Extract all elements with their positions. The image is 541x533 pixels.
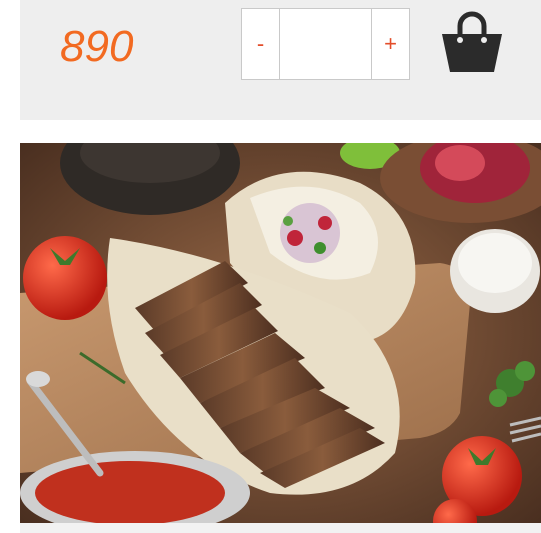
product-purchase-bar: 890 - + <box>20 0 541 120</box>
product-price: 890 <box>60 22 134 71</box>
decrease-quantity-button[interactable]: - <box>242 9 280 79</box>
shopping-bag-icon <box>442 11 502 72</box>
food-photo <box>20 143 541 523</box>
bottom-strip <box>20 523 541 533</box>
add-to-cart-button[interactable] <box>440 8 504 74</box>
product-photo <box>20 143 541 523</box>
quantity-stepper: - + <box>241 8 410 80</box>
increase-quantity-button[interactable]: + <box>371 9 409 79</box>
quantity-input[interactable] <box>280 9 371 79</box>
